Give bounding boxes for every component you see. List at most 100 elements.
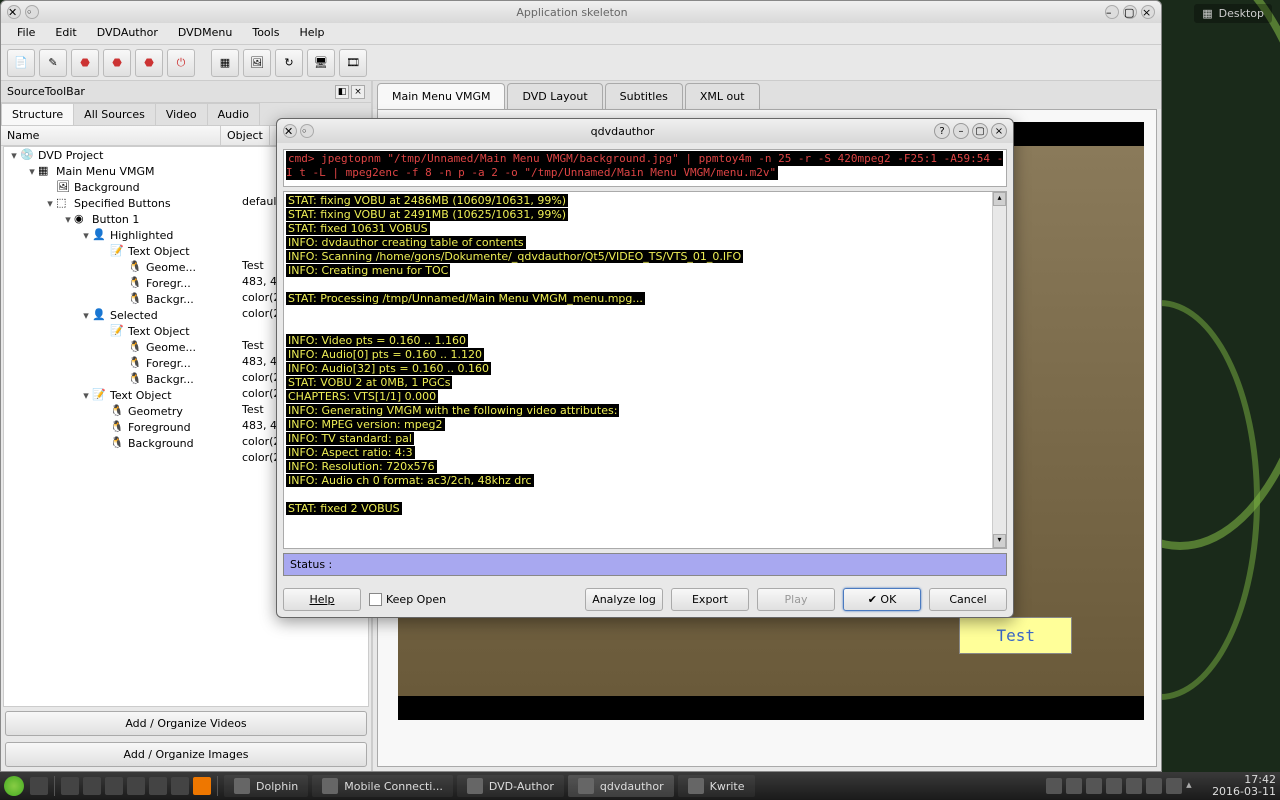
panel-undock-icon[interactable]: ◧: [335, 85, 349, 99]
dialog-close-icon[interactable]: ×: [991, 123, 1007, 139]
minimize-icon[interactable]: –: [1105, 5, 1119, 19]
log-output[interactable]: STAT: fixing VOBU at 2486MB (10609/10631…: [283, 191, 1007, 549]
menu-tools[interactable]: Tools: [242, 23, 289, 44]
quicklaunch-6-icon[interactable]: [171, 777, 189, 795]
taskbar-item[interactable]: Kwrite: [678, 775, 755, 797]
quicklaunch-1-icon[interactable]: [61, 777, 79, 795]
tab-xml-out[interactable]: XML out: [685, 83, 760, 109]
cancel-button[interactable]: Cancel: [929, 588, 1007, 611]
dialog-menu-icon[interactable]: ✕: [283, 124, 297, 138]
scroll-up-icon[interactable]: ▴: [993, 192, 1006, 206]
tree-item-label: Selected: [110, 309, 158, 322]
analyze-log-button[interactable]: Analyze log: [585, 588, 663, 611]
toolbar-screen-icon[interactable]: 🖥: [307, 49, 335, 77]
tab-main-menu[interactable]: Main Menu VMGM: [377, 83, 505, 110]
toolbar-grid-icon[interactable]: ▦: [211, 49, 239, 77]
toolbar-refresh-icon[interactable]: ↻: [275, 49, 303, 77]
toolbar-disc1-icon[interactable]: ⬣: [71, 49, 99, 77]
tray-icon-4[interactable]: [1106, 778, 1122, 794]
taskbar-clock[interactable]: 17:42 2016-03-11: [1212, 774, 1276, 798]
toolbar-new-icon[interactable]: 📄: [7, 49, 35, 77]
tray-icon-2[interactable]: [1066, 778, 1082, 794]
dialog-minimize-icon[interactable]: –: [953, 123, 969, 139]
scroll-down-icon[interactable]: ▾: [993, 534, 1006, 548]
window-menu-icon[interactable]: ✕: [7, 5, 21, 19]
play-button[interactable]: Play: [757, 588, 835, 611]
menubar: File Edit DVDAuthor DVDMenu Tools Help: [1, 23, 1161, 45]
tree-toggle-icon[interactable]: ▾: [80, 389, 92, 402]
keep-open-checkbox[interactable]: Keep Open: [369, 593, 446, 606]
checkbox-icon[interactable]: [369, 593, 382, 606]
tab-all-sources[interactable]: All Sources: [73, 103, 156, 125]
close-icon[interactable]: ×: [1141, 5, 1155, 19]
state-icon: 👤: [92, 308, 108, 322]
tab-audio[interactable]: Audio: [207, 103, 260, 125]
tab-dvd-layout[interactable]: DVD Layout: [507, 83, 602, 109]
tree-toggle-icon[interactable]: ▾: [80, 229, 92, 242]
panel-close-icon[interactable]: ×: [351, 85, 365, 99]
menu-help[interactable]: Help: [289, 23, 334, 44]
export-button[interactable]: Export: [671, 588, 749, 611]
dialog-titlebar[interactable]: ✕ ◦ qdvdauthor ? – ▢ ×: [277, 119, 1013, 143]
tree-col-name[interactable]: Name: [1, 126, 221, 145]
tree-toggle-icon[interactable]: ▾: [8, 149, 20, 162]
dialog-maximize-icon[interactable]: ▢: [972, 123, 988, 139]
quicklaunch-5-icon[interactable]: [149, 777, 167, 795]
add-images-button[interactable]: Add / Organize Images: [5, 742, 367, 767]
keep-open-label: Keep Open: [386, 593, 446, 606]
main-titlebar[interactable]: ✕ ◦ Application skeleton – ▢ ×: [1, 1, 1161, 23]
command-box[interactable]: cmd> jpegtopnm "/tmp/Unnamed/Main Menu V…: [283, 149, 1007, 187]
taskbar-item[interactable]: qdvdauthor: [568, 775, 674, 797]
tree-toggle-icon[interactable]: ▾: [44, 197, 56, 210]
menu-dvdmenu[interactable]: DVDMenu: [168, 23, 242, 44]
log-scrollbar[interactable]: ▴ ▾: [992, 192, 1006, 548]
toolbar-image-icon[interactable]: 🖼: [243, 49, 271, 77]
maximize-icon[interactable]: ▢: [1123, 5, 1137, 19]
menu-file[interactable]: File: [7, 23, 45, 44]
toolbar-film-icon[interactable]: 🎞: [339, 49, 367, 77]
activity-icon[interactable]: [30, 777, 48, 795]
taskbar-item[interactable]: Mobile Connecti...: [312, 775, 453, 797]
desktop-widget-label: Desktop: [1219, 7, 1264, 20]
menu-dvdauthor[interactable]: DVDAuthor: [87, 23, 168, 44]
buttons-icon: ⬚: [56, 196, 72, 210]
tree-toggle-icon[interactable]: ▾: [26, 165, 38, 178]
quicklaunch-4-icon[interactable]: [127, 777, 145, 795]
tray-icon-7[interactable]: [1166, 778, 1182, 794]
tab-subtitles[interactable]: Subtitles: [605, 83, 683, 109]
window-pin-icon[interactable]: ◦: [25, 5, 39, 19]
tray-icon-5[interactable]: [1126, 778, 1142, 794]
tray-icon-6[interactable]: [1146, 778, 1162, 794]
tray-icon-3[interactable]: [1086, 778, 1102, 794]
tray-icon-1[interactable]: [1046, 778, 1062, 794]
tray-expand-icon[interactable]: ▴: [1186, 778, 1202, 794]
tree-toggle-icon[interactable]: ▾: [80, 309, 92, 322]
tree-toggle-icon[interactable]: ▾: [62, 213, 74, 226]
dialog-help-icon[interactable]: ?: [934, 123, 950, 139]
help-button[interactable]: Help: [283, 588, 361, 611]
toolbar-disc3-icon[interactable]: ⬣: [135, 49, 163, 77]
taskbar-item[interactable]: DVD-Author: [457, 775, 564, 797]
toolbar-wizard-icon[interactable]: ✎: [39, 49, 67, 77]
tab-structure[interactable]: Structure: [1, 103, 74, 125]
tree-item-label: Geome...: [146, 341, 196, 354]
tab-video[interactable]: Video: [155, 103, 208, 125]
right-tabs: Main Menu VMGM DVD Layout Subtitles XML …: [373, 81, 1161, 109]
preview-test-button[interactable]: Test: [959, 617, 1072, 654]
quicklaunch-firefox-icon[interactable]: [193, 777, 211, 795]
dialog-pin-icon[interactable]: ◦: [300, 124, 314, 138]
add-videos-button[interactable]: Add / Organize Videos: [5, 711, 367, 736]
toolbar-disc2-icon[interactable]: ⬣: [103, 49, 131, 77]
quicklaunch-3-icon[interactable]: [105, 777, 123, 795]
desktop-pager-widget[interactable]: ▦ Desktop: [1194, 4, 1272, 23]
log-line: STAT: fixed 10631 VOBUS: [286, 222, 1004, 236]
taskbar-item[interactable]: Dolphin: [224, 775, 308, 797]
start-menu-icon[interactable]: [4, 776, 24, 796]
log-line: INFO: Video pts = 0.160 .. 1.160: [286, 334, 1004, 348]
quicklaunch-2-icon[interactable]: [83, 777, 101, 795]
tree-item-label: Backgr...: [146, 373, 194, 386]
toolbar-power-icon[interactable]: ⏻: [167, 49, 195, 77]
ok-button[interactable]: ✔ OK: [843, 588, 921, 611]
tree-col-object[interactable]: Object: [221, 126, 270, 145]
menu-edit[interactable]: Edit: [45, 23, 86, 44]
